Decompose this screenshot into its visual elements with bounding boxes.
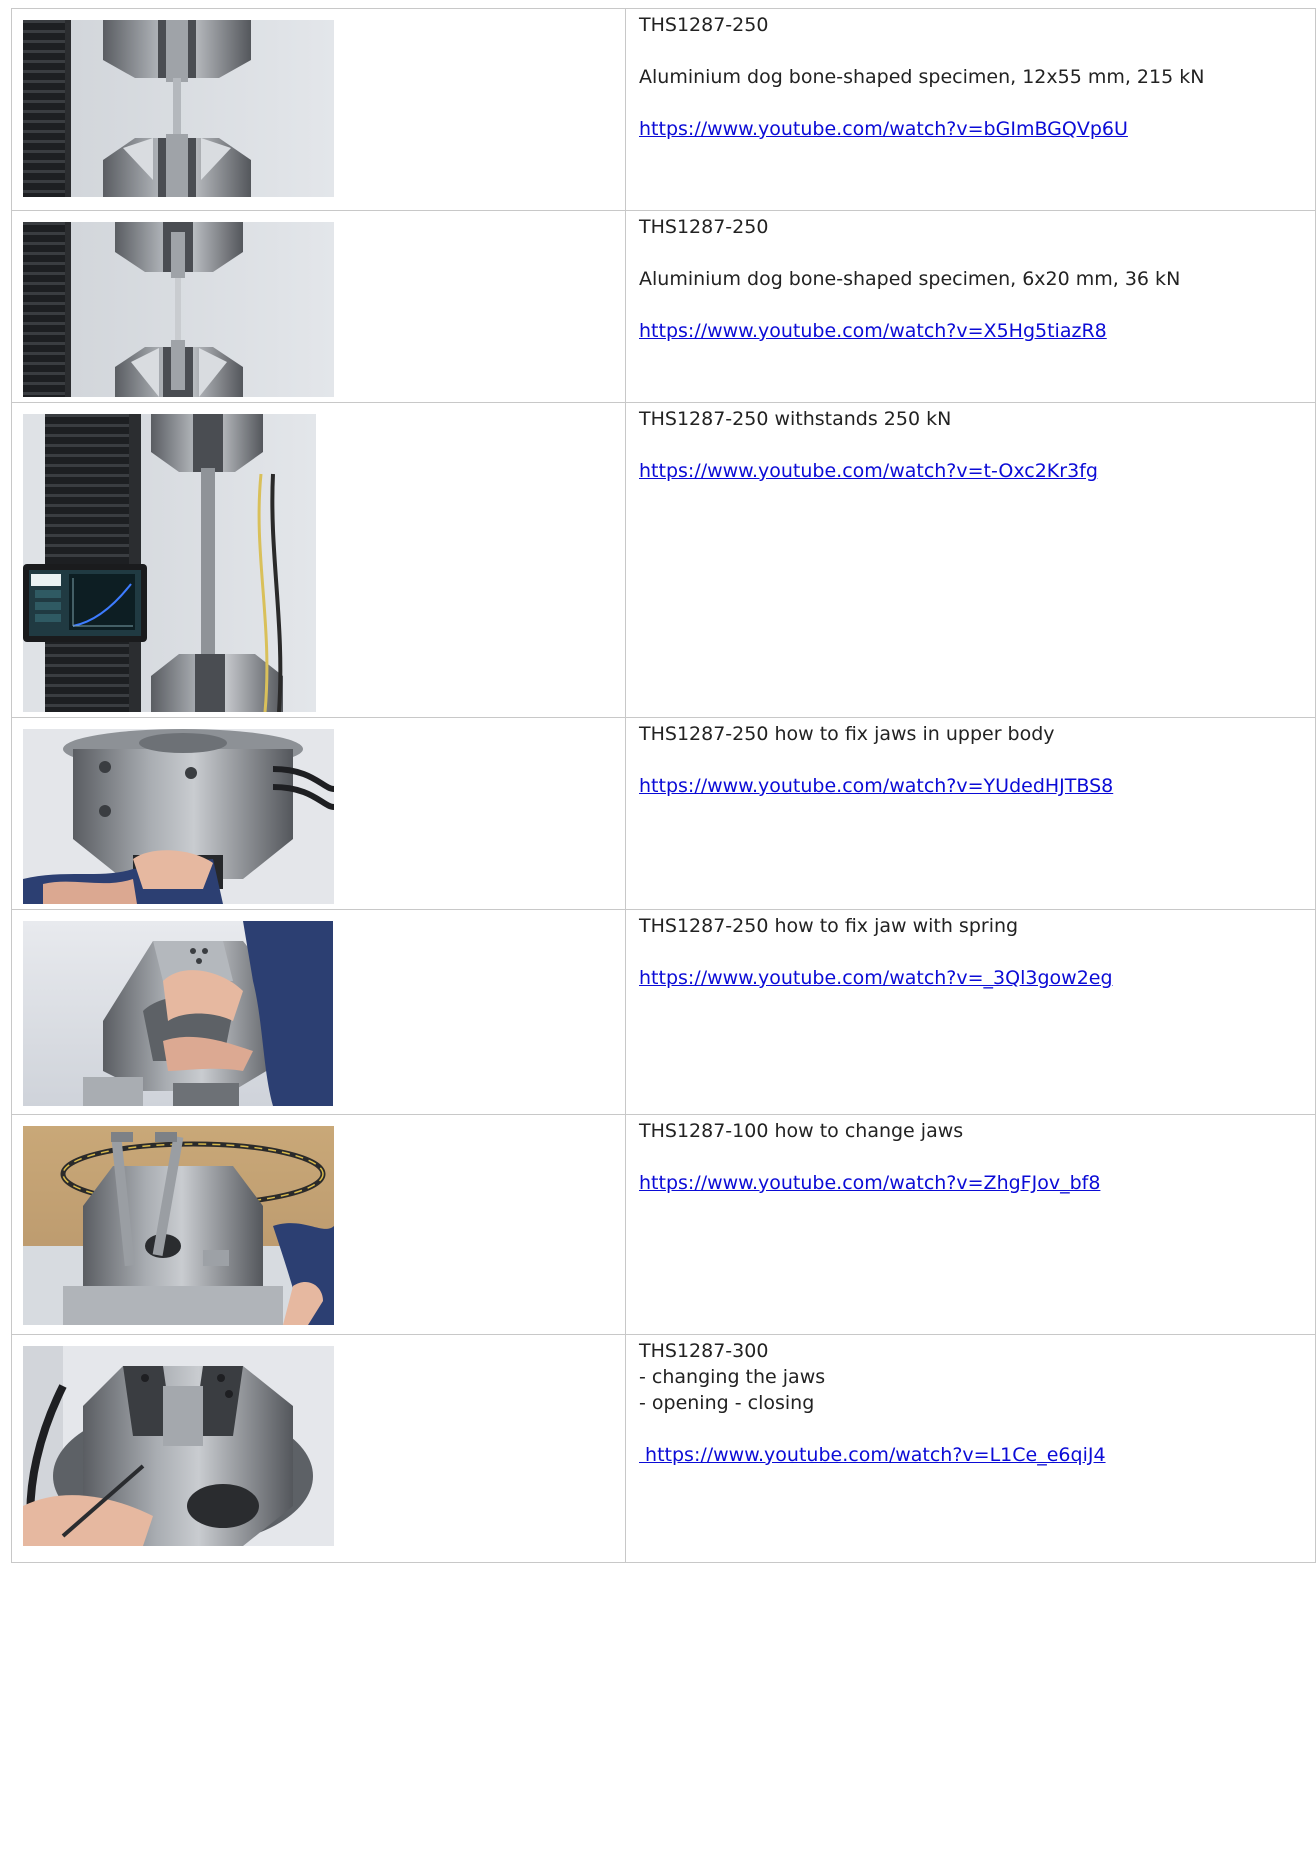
thumbnail-cell	[11, 909, 626, 1115]
grip-body-photo-icon	[23, 729, 334, 904]
video-title: THS1287-250 how to fix jaws in upper bod…	[639, 723, 1055, 745]
video-info-cell: THS1287-250 how to fix jaw with spring h…	[625, 909, 1316, 1115]
video-info-cell: THS1287-300 - changing the jaws - openin…	[625, 1334, 1316, 1563]
youtube-link[interactable]: https://www.youtube.com/watch?v=_3Ql3gow…	[639, 965, 1113, 991]
youtube-link[interactable]: https://www.youtube.com/watch?v=bGImBGQV…	[639, 116, 1128, 142]
table-row: THS1287-100 how to change jaws https://w…	[11, 1114, 1316, 1335]
video-title: THS1287-300	[639, 1340, 769, 1362]
video-info-cell: THS1287-100 how to change jaws https://w…	[625, 1114, 1316, 1335]
video-title: THS1287-250 how to fix jaw with spring	[639, 915, 1019, 937]
thumbnail-cell	[11, 8, 626, 211]
youtube-link[interactable]: https://www.youtube.com/watch?v=L1Ce_e6q…	[639, 1442, 1106, 1468]
tensile-test-photo-icon	[23, 222, 334, 397]
open-close-jaws-photo-icon	[23, 1346, 334, 1546]
table-row: THS1287-250 withstands 250 kN https://ww…	[11, 402, 1316, 718]
video-title: THS1287-250	[639, 14, 769, 36]
change-jaws-photo-icon	[23, 1126, 334, 1325]
list-item: - changing the jaws	[639, 1366, 826, 1388]
thumbnail-cell	[11, 1114, 626, 1335]
tensile-test-tablet-photo-icon	[23, 414, 316, 712]
table-row: THS1287-250 Aluminium dog bone-shaped sp…	[11, 210, 1316, 403]
video-description: Aluminium dog bone-shaped specimen, 12x5…	[639, 66, 1205, 88]
thumbnail-cell	[11, 1334, 626, 1563]
video-description: Aluminium dog bone-shaped specimen, 6x20…	[639, 268, 1181, 290]
video-title: THS1287-100 how to change jaws	[639, 1120, 964, 1142]
video-info-cell: THS1287-250 Aluminium dog bone-shaped sp…	[625, 8, 1316, 211]
video-info-cell: THS1287-250 withstands 250 kN https://ww…	[625, 402, 1316, 718]
table-row: THS1287-250 Aluminium dog bone-shaped sp…	[11, 8, 1316, 211]
youtube-link[interactable]: https://www.youtube.com/watch?v=X5Hg5tia…	[639, 318, 1107, 344]
video-table: THS1287-250 Aluminium dog bone-shaped sp…	[11, 8, 1316, 1563]
table-row: THS1287-250 how to fix jaws in upper bod…	[11, 717, 1316, 910]
list-item: - opening - closing	[639, 1392, 815, 1414]
video-title: THS1287-250	[639, 216, 769, 238]
video-info-cell: THS1287-250 how to fix jaws in upper bod…	[625, 717, 1316, 910]
video-title: THS1287-250 withstands 250 kN	[639, 408, 952, 430]
youtube-link[interactable]: https://www.youtube.com/watch?v=YUdedHJT…	[639, 773, 1113, 799]
table-row: THS1287-250 how to fix jaw with spring h…	[11, 909, 1316, 1115]
tensile-test-photo-icon	[23, 20, 334, 197]
youtube-link[interactable]: https://www.youtube.com/watch?v=t-Oxc2Kr…	[639, 458, 1098, 484]
video-info-cell: THS1287-250 Aluminium dog bone-shaped sp…	[625, 210, 1316, 403]
thumbnail-cell	[11, 717, 626, 910]
thumbnail-cell	[11, 402, 626, 718]
feature-list: - changing the jaws - opening - closing	[639, 1364, 1315, 1416]
thumbnail-cell	[11, 210, 626, 403]
table-row: THS1287-300 - changing the jaws - openin…	[11, 1334, 1316, 1563]
youtube-link[interactable]: https://www.youtube.com/watch?v=ZhgFJov_…	[639, 1170, 1100, 1196]
jaw-spring-photo-icon	[23, 921, 333, 1106]
